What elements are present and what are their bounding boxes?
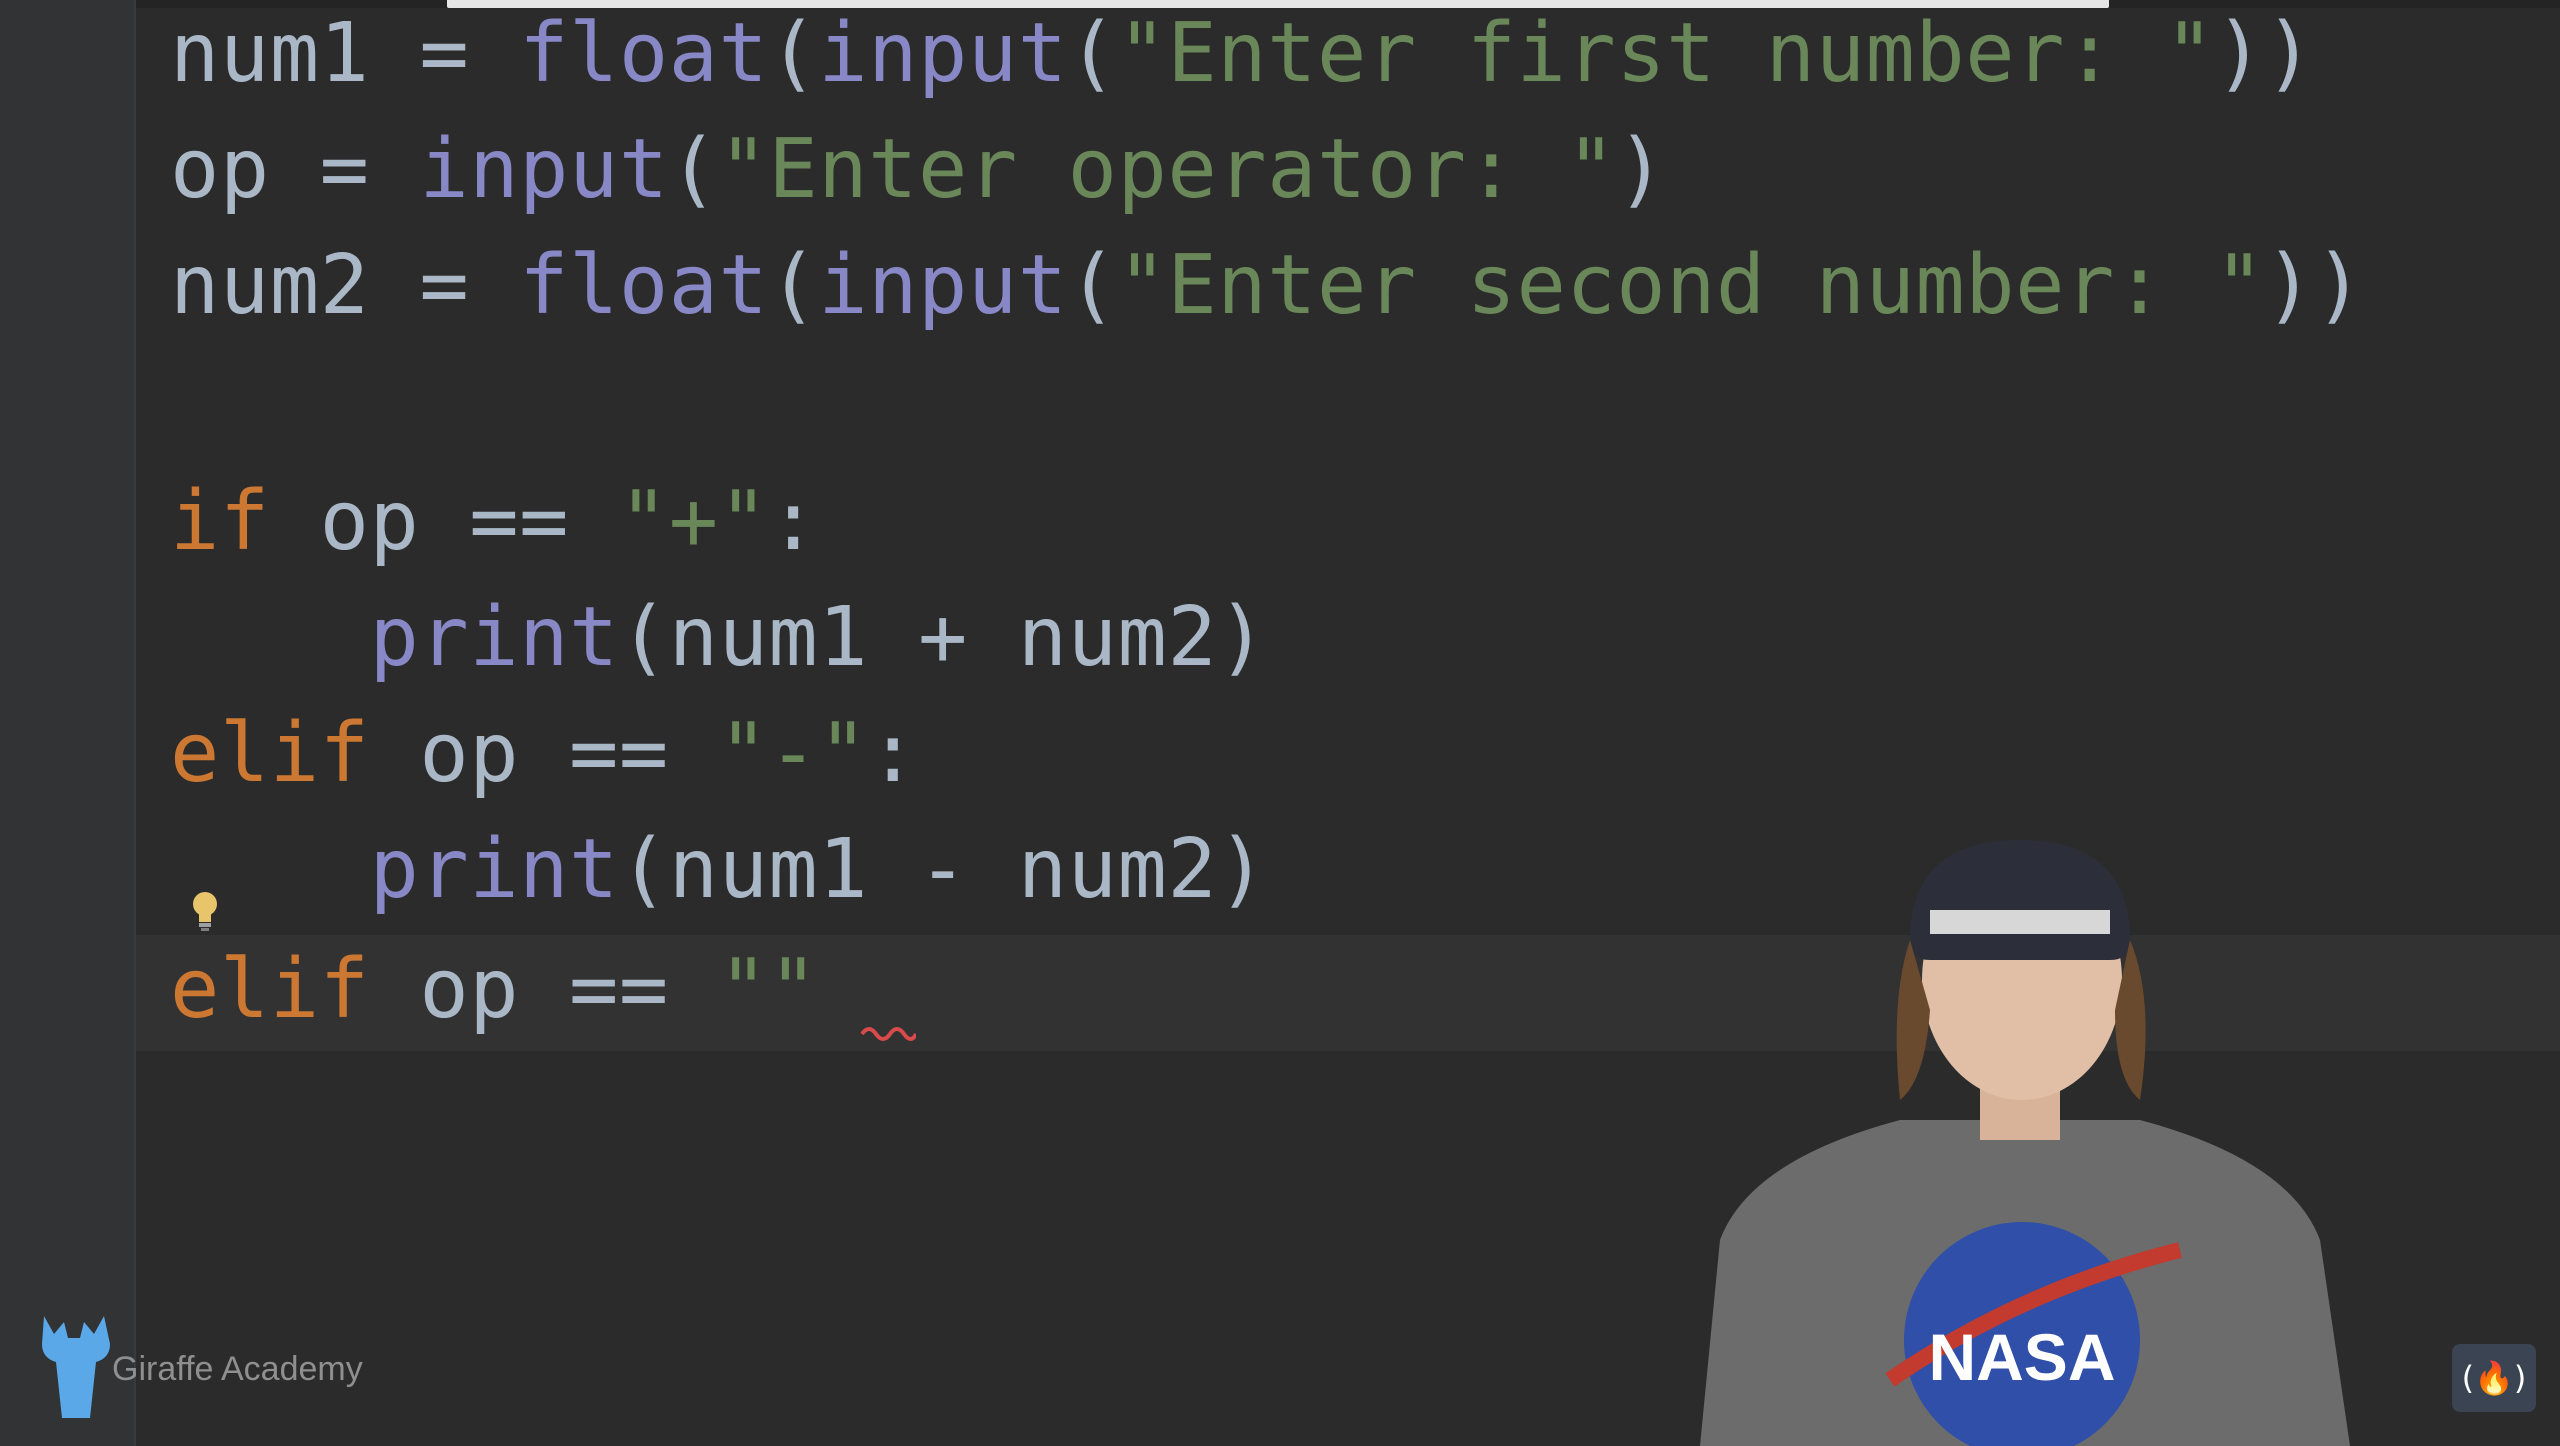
code-token: (num1 + num2) (618, 590, 1268, 685)
code-token: float (519, 238, 769, 333)
code-token: num1 = (170, 6, 520, 101)
code-token: ) (1616, 122, 1667, 217)
freecodecamp-icon: (🔥) (2452, 1344, 2536, 1412)
error-squiggle (860, 1027, 916, 1041)
gutter-divider (134, 0, 136, 1446)
code-token: ( (668, 122, 719, 217)
code-token: print (369, 590, 619, 685)
code-token: ( (1067, 6, 1118, 101)
code-token: "-" (718, 706, 869, 801)
editor-gutter (0, 0, 134, 1446)
code-token: ( (768, 6, 819, 101)
code-line[interactable]: if op == "+": (170, 464, 818, 580)
code-token: if (170, 474, 270, 569)
code-token: op == (369, 706, 719, 801)
code-token: elif (170, 942, 370, 1037)
code-line[interactable]: print(num1 - num2) (170, 812, 1267, 928)
code-token: )) (2214, 6, 2315, 101)
nasa-logo-text: NASA (1928, 1320, 2115, 1394)
lightbulb-icon[interactable] (188, 888, 222, 934)
code-token: elif (170, 706, 370, 801)
code-token: op == (369, 942, 719, 1037)
giraffe-icon (42, 1316, 110, 1418)
code-line[interactable]: elif op == "" (170, 932, 818, 1048)
watermark-text: Giraffe Academy (112, 1350, 363, 1388)
code-line[interactable]: num1 = float(input("Enter first number: … (170, 0, 2314, 112)
video-frame: num1 = float(input("Enter first number: … (0, 0, 2560, 1446)
code-token: ( (768, 238, 819, 333)
code-token: print (369, 822, 619, 917)
code-token: "+" (618, 474, 769, 569)
code-line[interactable]: num2 = float(input("Enter second number:… (170, 228, 2364, 344)
code-token: "Enter first number: " (1117, 6, 2215, 101)
presenter-webcam: NASA (1700, 840, 2350, 1446)
code-token: "" (718, 942, 819, 1037)
code-token: )) (2264, 238, 2365, 333)
code-line[interactable]: print(num1 + num2) (170, 580, 1267, 696)
code-token: "Enter operator: " (718, 122, 1617, 217)
code-token: : (868, 706, 919, 801)
code-token: (num1 - num2) (618, 822, 1268, 917)
code-line[interactable]: op = input("Enter operator: ") (170, 112, 1666, 228)
code-token: input (818, 6, 1068, 101)
code-token: num2 = (170, 238, 520, 333)
code-token: op = (170, 122, 420, 217)
code-token: ( (1067, 238, 1118, 333)
code-token: float (519, 6, 769, 101)
code-token: input (818, 238, 1068, 333)
code-line[interactable]: elif op == "-": (170, 696, 918, 812)
code-token: "Enter second number: " (1117, 238, 2265, 333)
code-token: op == (269, 474, 619, 569)
code-token: : (768, 474, 819, 569)
code-token: input (419, 122, 669, 217)
